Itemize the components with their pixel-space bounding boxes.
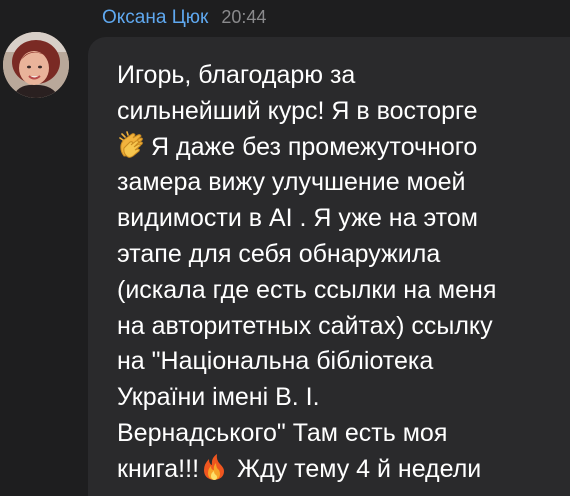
fire-icon [199, 452, 229, 482]
message-line: (искала где есть ссылки на меня [117, 275, 497, 304]
message-line: України імені В. І. [117, 383, 320, 412]
avatar[interactable] [3, 32, 69, 98]
message-line: на "Національна бібліотека [117, 347, 434, 376]
message-line-text: Я даже без промежуточного [151, 132, 478, 161]
message-timestamp: 20:44 [221, 7, 267, 27]
message-line: видимости в AI . Я уже на этом [117, 204, 478, 233]
message-line-text: Жду тему 4 й недели [237, 454, 482, 483]
message-line: книга!!! Жду тему 4 й недели [117, 452, 567, 488]
message-line: замера вижу улучшение моей [117, 168, 466, 197]
clapping-hands-icon [117, 130, 147, 160]
message-line: на авторитетных сайтах) ссылку [117, 311, 493, 340]
message-line: этапе для себя обнаружила [117, 239, 441, 268]
message-line-text: книга!!! [117, 454, 200, 483]
message-header: Оксана Цюк 20:44 [102, 7, 266, 33]
sender-name[interactable]: Оксана Цюк [102, 7, 208, 29]
avatar-photo-icon [3, 32, 69, 98]
message-text: Игорь, благодарю за сильнейший курс! Я в… [117, 58, 567, 488]
message-line: Игорь, благодарю за [117, 61, 356, 89]
message-line: Вернадського" Там есть моя [117, 418, 448, 447]
message-line: сильнейший курс! Я в восторге [117, 96, 478, 125]
message-line: Я даже без промежуточного [117, 130, 567, 166]
